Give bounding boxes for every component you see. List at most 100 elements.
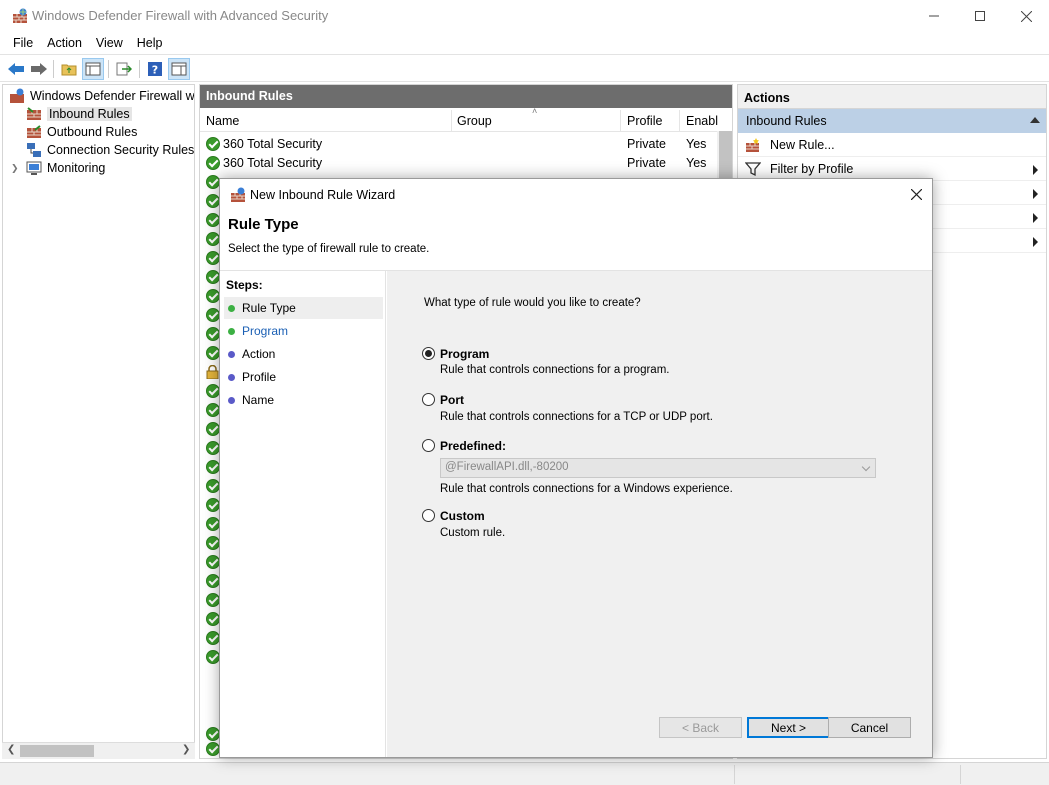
cancel-button[interactable]: Cancel [828,717,911,738]
enabled-check-icon [206,631,220,645]
firewall-app-icon [10,88,24,103]
filter-icon [745,162,761,177]
enabled-check-icon [206,346,220,360]
submenu-arrow-icon [1033,213,1038,223]
option-custom-desc: Custom rule. [440,527,506,539]
option-predefined-label[interactable]: Predefined: [440,439,506,453]
menu-action[interactable]: Action [40,36,89,50]
dialog-heading: Rule Type [228,216,299,233]
tree-item-inbound-rules[interactable]: Inbound Rules [26,105,132,123]
enabled-check-icon [206,574,220,588]
close-icon [1020,10,1032,22]
collapse-icon[interactable] [1030,117,1040,123]
table-row[interactable]: 360 Total Security Private Yes [200,154,732,173]
expand-chevron-icon[interactable]: ❯ [11,163,21,174]
scroll-right-icon[interactable]: ❯ [182,744,190,755]
minimize-button[interactable] [911,0,957,32]
up-folder-button[interactable] [58,58,80,80]
step-rule-type[interactable]: Rule Type [224,297,383,319]
tree-horizontal-scrollbar[interactable]: ❮ ❯ [2,742,195,759]
rule-name: 360 Total Security [223,137,323,151]
toolbar-separator [108,60,109,78]
enabled-check-icon [206,498,220,512]
maximize-button[interactable] [957,0,1003,32]
forward-button[interactable] [28,58,50,80]
new-inbound-rule-wizard: New Inbound Rule Wizard Rule Type Select… [219,178,933,758]
show-hide-tree-button[interactable] [82,58,104,80]
action-new-rule[interactable]: New Rule... [738,133,1046,157]
outbound-rules-icon [27,125,41,138]
enabled-check-icon [206,650,220,664]
enabled-check-icon [206,213,220,227]
window-title: Windows Defender Firewall with Advanced … [32,8,329,23]
column-separator[interactable] [620,110,621,132]
monitoring-icon [26,161,42,175]
column-group[interactable]: Group [457,114,492,128]
enabled-check-icon [206,727,220,741]
menu-file[interactable]: File [6,36,40,50]
tree-root[interactable]: Windows Defender Firewall witl [9,87,194,105]
radio-custom[interactable] [422,509,435,522]
scroll-left-icon[interactable]: ❮ [7,744,15,755]
submenu-arrow-icon [1033,237,1038,247]
step-done-icon [228,305,235,312]
column-profile[interactable]: Profile [627,114,662,128]
option-program-desc: Rule that controls connections for a pro… [440,364,670,376]
firewall-app-icon [231,187,245,202]
export-icon [116,62,132,76]
action-pane-icon [171,62,187,76]
folder-up-icon [61,64,77,76]
option-port-desc: Rule that controls connections for a TCP… [440,411,713,423]
actions-section-inbound-rules[interactable]: Inbound Rules [738,109,1046,133]
submenu-arrow-icon [1033,165,1038,175]
option-port-label[interactable]: Port [440,393,464,407]
dialog-close-button[interactable] [904,182,928,206]
enabled-check-icon [206,612,220,626]
predefined-select-value: @FirewallAPI.dll,-80200 [445,461,569,473]
actions-title: Actions [738,85,1046,109]
column-enabled[interactable]: Enabl [686,114,718,128]
column-separator[interactable] [451,110,452,132]
console-tree-icon [85,62,101,76]
enabled-check-icon [206,270,220,284]
lock-icon [206,365,219,379]
column-name[interactable]: Name [206,114,239,128]
actions-section-label: Inbound Rules [746,114,827,128]
export-list-button[interactable] [113,58,135,80]
show-hide-action-pane-button[interactable] [168,58,190,80]
radio-predefined[interactable] [422,439,435,452]
connection-security-icon [27,143,41,157]
table-row[interactable]: 360 Total Security Private Yes [200,135,732,154]
enabled-check-icon [206,742,220,756]
tree-item-monitoring[interactable]: ❯ Monitoring [11,159,105,177]
column-separator[interactable] [679,110,680,132]
menu-view[interactable]: View [89,36,130,50]
radio-port[interactable] [422,393,435,406]
option-custom-label[interactable]: Custom [440,509,485,523]
enabled-check-icon [206,308,220,322]
enabled-check-icon [206,460,220,474]
tree-item-outbound-rules[interactable]: Outbound Rules [26,123,137,141]
svg-text:?: ? [152,64,158,77]
step-program[interactable]: Program [224,320,383,342]
enabled-check-icon [206,422,220,436]
back-button[interactable]: < Back [659,717,742,738]
window-close-button[interactable] [1003,0,1049,32]
menu-help[interactable]: Help [130,36,170,50]
rule-profile: Private [627,137,666,151]
enabled-check-icon [206,536,220,550]
inbound-rules-icon [27,107,41,120]
dialog-title: New Inbound Rule Wizard [250,188,396,202]
tree-item-connection-security-rules[interactable]: Connection Security Rules [26,141,194,159]
help-button[interactable]: ? [144,58,166,80]
scrollbar-thumb[interactable] [20,745,94,757]
enabled-check-icon [206,156,220,170]
firewall-app-icon [13,8,27,23]
enabled-check-icon [206,137,220,151]
predefined-select: @FirewallAPI.dll,-80200 [440,458,876,478]
next-button[interactable]: Next > [747,717,830,738]
radio-program[interactable] [422,347,435,360]
option-program-label[interactable]: Program [440,347,489,361]
back-button[interactable] [5,58,27,80]
submenu-arrow-icon [1033,189,1038,199]
